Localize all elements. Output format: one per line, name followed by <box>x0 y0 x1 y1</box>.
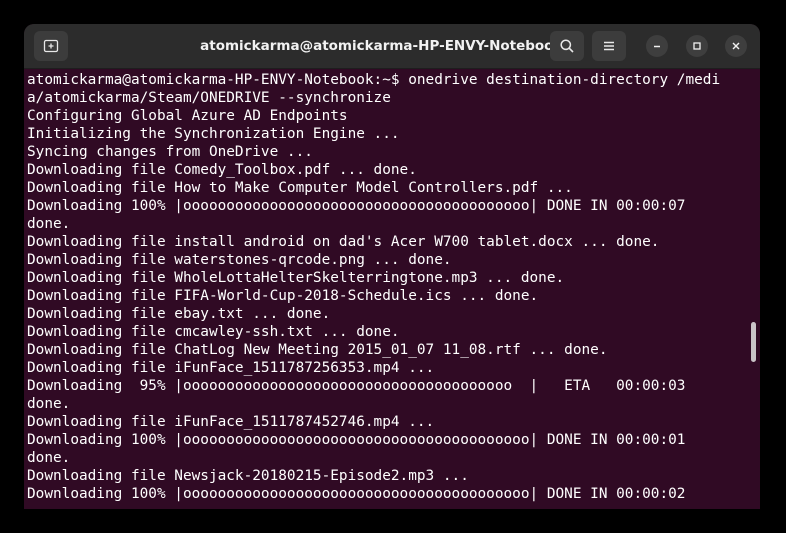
hamburger-menu-icon <box>604 41 614 51</box>
terminal-line: Downloading file ChatLog New Meeting 201… <box>27 342 608 358</box>
terminal-line: Downloading file waterstones-qrcode.png … <box>27 252 452 268</box>
close-button[interactable] <box>725 35 747 57</box>
search-button[interactable] <box>550 31 584 61</box>
terminal-line: atomickarma@atomickarma-HP-ENVY-Notebook… <box>27 72 721 88</box>
terminal-output[interactable]: atomickarma@atomickarma-HP-ENVY-Notebook… <box>27 70 746 509</box>
terminal-line: Downloading file Comedy_Toolbox.pdf ... … <box>27 162 417 178</box>
terminal-line: Downloading file iFunFace_1511787452746.… <box>27 414 435 430</box>
terminal-line: a/atomickarma/Steam/ONEDRIVE --synchroni… <box>27 90 391 106</box>
terminal-line: Downloading 100% |oooooooooooooooooooooo… <box>27 432 686 448</box>
minimize-button[interactable] <box>646 35 668 57</box>
close-icon <box>732 42 740 50</box>
terminal-line: Downloading file install android on dad'… <box>27 234 660 250</box>
maximize-icon <box>693 42 701 50</box>
menu-button[interactable] <box>592 31 626 61</box>
search-icon <box>560 39 574 53</box>
terminal-line: done. <box>27 396 71 412</box>
terminal-line: done. <box>27 216 71 232</box>
terminal-line: Downloading 95% |ooooooooooooooooooooooo… <box>27 378 686 394</box>
terminal-line: done. <box>27 450 71 466</box>
scrollbar[interactable] <box>751 322 756 362</box>
terminal-window: atomickarma@atomickarma-HP-ENVY-Notebook… <box>24 24 760 509</box>
terminal-line: Downloading file cmcawley-ssh.txt ... do… <box>27 324 400 340</box>
terminal-line: Downloading file iFunFace_1511787256353.… <box>27 360 435 376</box>
titlebar: atomickarma@atomickarma-HP-ENVY-Notebook… <box>24 24 760 69</box>
terminal-line: Downloading file FIFA-World-Cup-2018-Sch… <box>27 288 539 304</box>
terminal-line: Downloading 100% |oooooooooooooooooooooo… <box>27 486 686 502</box>
terminal-line: Syncing changes from OneDrive ... <box>27 144 313 160</box>
maximize-button[interactable] <box>686 35 708 57</box>
terminal-line: Downloading file Newsjack-20180215-Episo… <box>27 468 469 484</box>
terminal-line: Configuring Global Azure AD Endpoints <box>27 108 348 124</box>
terminal-line: Downloading file How to Make Computer Mo… <box>27 180 573 196</box>
minimize-icon <box>654 45 660 48</box>
terminal-line: Downloading file WholeLottaHelterSkelter… <box>27 270 565 286</box>
terminal-line: Downloading 100% |oooooooooooooooooooooo… <box>27 198 686 214</box>
terminal-line: Initializing the Synchronization Engine … <box>27 126 400 142</box>
terminal-line: Downloading file ebay.txt ... done. <box>27 306 331 322</box>
